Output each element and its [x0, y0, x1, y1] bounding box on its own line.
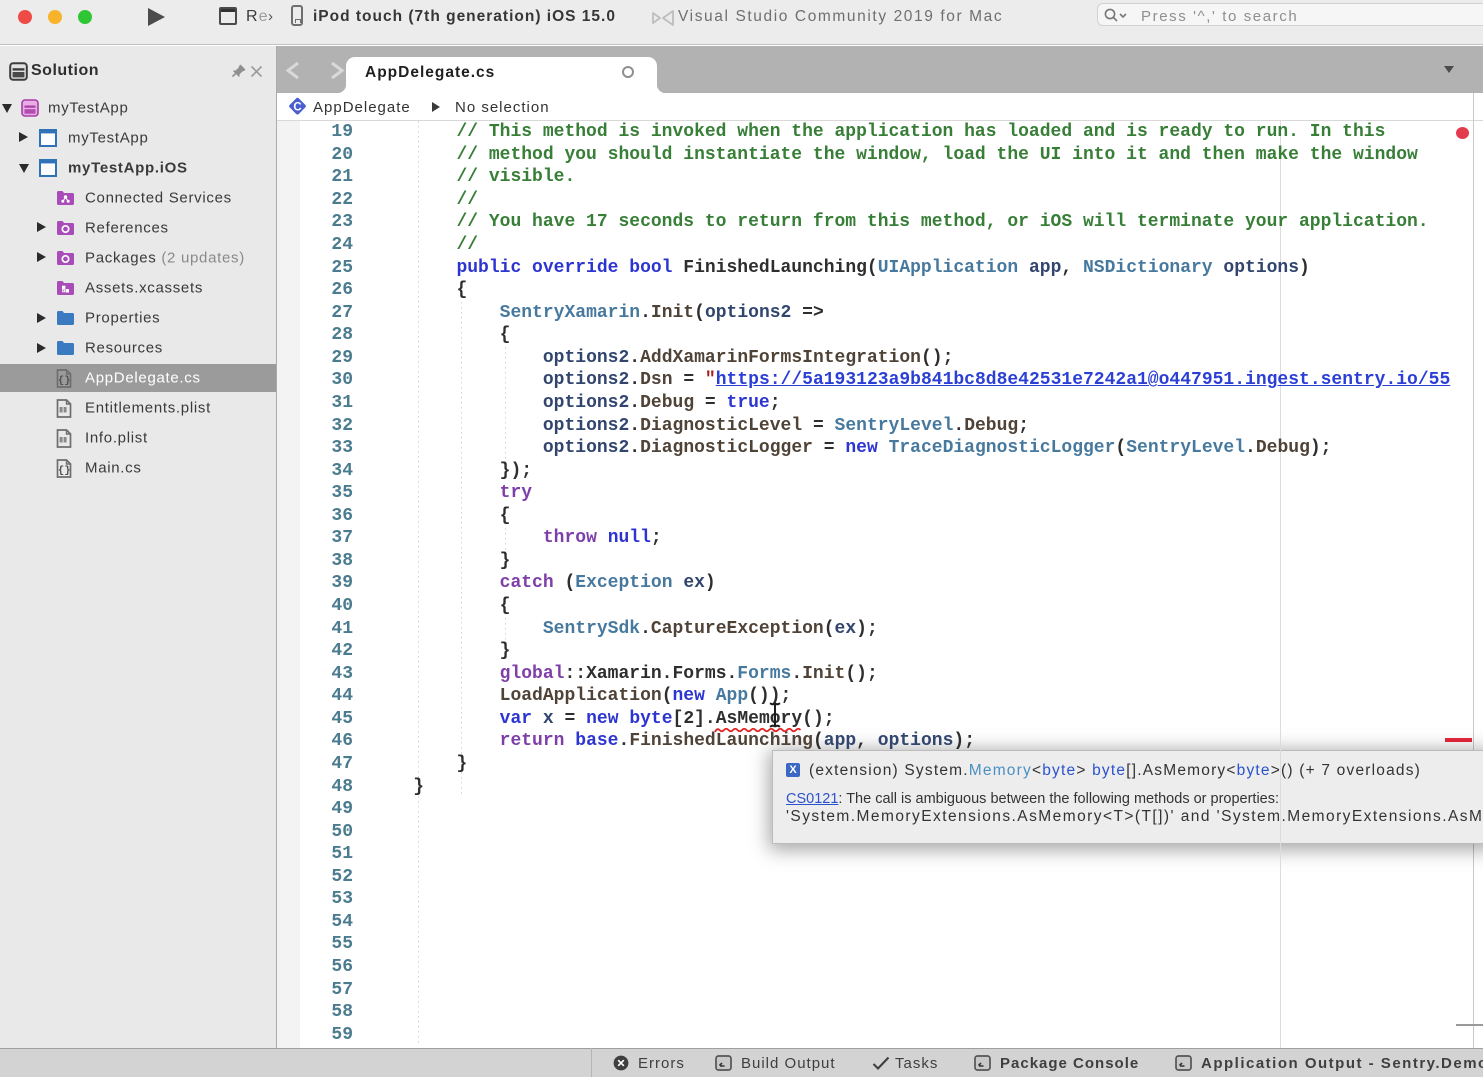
svg-text:{}: {}: [58, 465, 71, 477]
svg-text:{}: {}: [58, 375, 71, 387]
svg-text:C: C: [293, 102, 301, 114]
